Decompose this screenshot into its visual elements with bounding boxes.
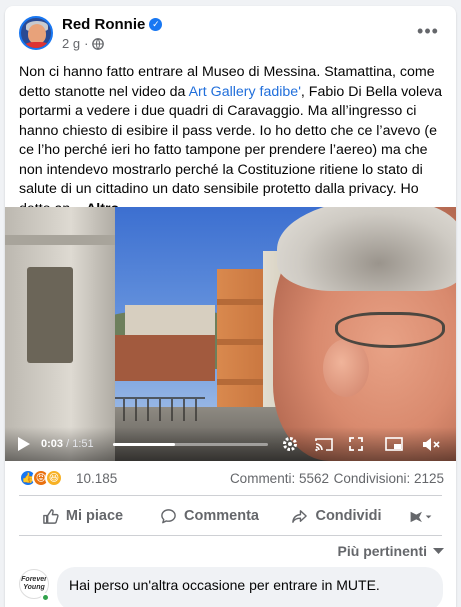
share-icon [292, 509, 308, 523]
comment-bubble[interactable]: Hai perso un'altra occasione per entrare… [57, 567, 443, 607]
picture-in-picture-icon[interactable] [384, 435, 404, 453]
author-avatar[interactable] [19, 16, 53, 50]
more-options-icon[interactable]: ••• [414, 20, 442, 42]
current-time: 0:03 [41, 438, 64, 450]
haha-reaction-icon: 😆 [45, 469, 63, 487]
verified-badge-icon: ✓ [149, 18, 163, 31]
comment-text: Hai perso un'altra occasione per entrare… [69, 577, 380, 593]
chevron-down-icon [433, 548, 444, 554]
reaction-count[interactable]: 10.185 [76, 471, 117, 486]
comment-sort-dropdown[interactable]: Più pertinenti [338, 543, 444, 559]
comment-item: Forever Young Hai perso un'altra occasio… [19, 567, 444, 607]
play-icon[interactable] [15, 435, 33, 453]
share-label: Condividi [315, 508, 382, 524]
video-controls: 0:03 / 1:51 [5, 427, 456, 461]
share-button[interactable]: Condividi [273, 503, 400, 529]
sort-label: Più pertinenti [337, 543, 427, 559]
comment-icon [161, 508, 176, 523]
online-status-dot [41, 593, 50, 602]
cast-icon[interactable] [314, 435, 334, 453]
audience-selector[interactable] [400, 503, 442, 529]
post-text: Non ci hanno fatto entrare al Museo di M… [19, 63, 444, 219]
thumbs-up-icon [43, 508, 59, 524]
post-stats: 👍 😡 😆 10.185 Commenti: 5562 Condivisioni… [19, 468, 444, 490]
like-button[interactable]: Mi piace [19, 503, 146, 529]
author-name[interactable]: Red Ronnie [62, 16, 145, 33]
reaction-icons[interactable]: 👍 😡 😆 [19, 469, 63, 487]
shares-count[interactable]: Condivisioni: 2125 [334, 471, 444, 486]
commenter-avatar-text: Forever Young [21, 576, 47, 591]
divider [19, 535, 442, 536]
settings-icon[interactable] [281, 435, 299, 453]
comments-count[interactable]: Commenti: 5562 [230, 471, 329, 486]
post-card: Red Ronnie ✓ 2 g · ••• Non ci hanno fatt… [5, 6, 456, 607]
video-player[interactable]: 0:03 / 1:51 [5, 207, 456, 461]
like-label: Mi piace [65, 508, 124, 524]
video-time: 0:03 / 1:51 [41, 438, 94, 450]
progress-bar[interactable] [113, 443, 268, 446]
divider [19, 495, 442, 496]
progress-fill [113, 443, 175, 446]
post-meta: 2 g · [62, 36, 105, 51]
globe-icon [92, 37, 105, 50]
comment-label: Commenta [184, 508, 259, 524]
audience-icon [410, 511, 432, 522]
fullscreen-icon[interactable] [348, 436, 364, 452]
video-duration: / 1:51 [66, 438, 94, 450]
action-bar: Mi piace Commenta Condividi [19, 503, 442, 529]
post-time[interactable]: 2 g [62, 36, 80, 51]
mute-icon[interactable] [421, 435, 441, 453]
gallery-link[interactable]: Art Gallery fadibe' [189, 84, 301, 100]
post-text-end: , Fabio Di Bella voleva portarmi a veder… [19, 83, 443, 217]
author-name-row: Red Ronnie ✓ [62, 16, 163, 33]
post-header: Red Ronnie ✓ 2 g · ••• [5, 6, 456, 58]
comment-button[interactable]: Commenta [146, 503, 273, 529]
